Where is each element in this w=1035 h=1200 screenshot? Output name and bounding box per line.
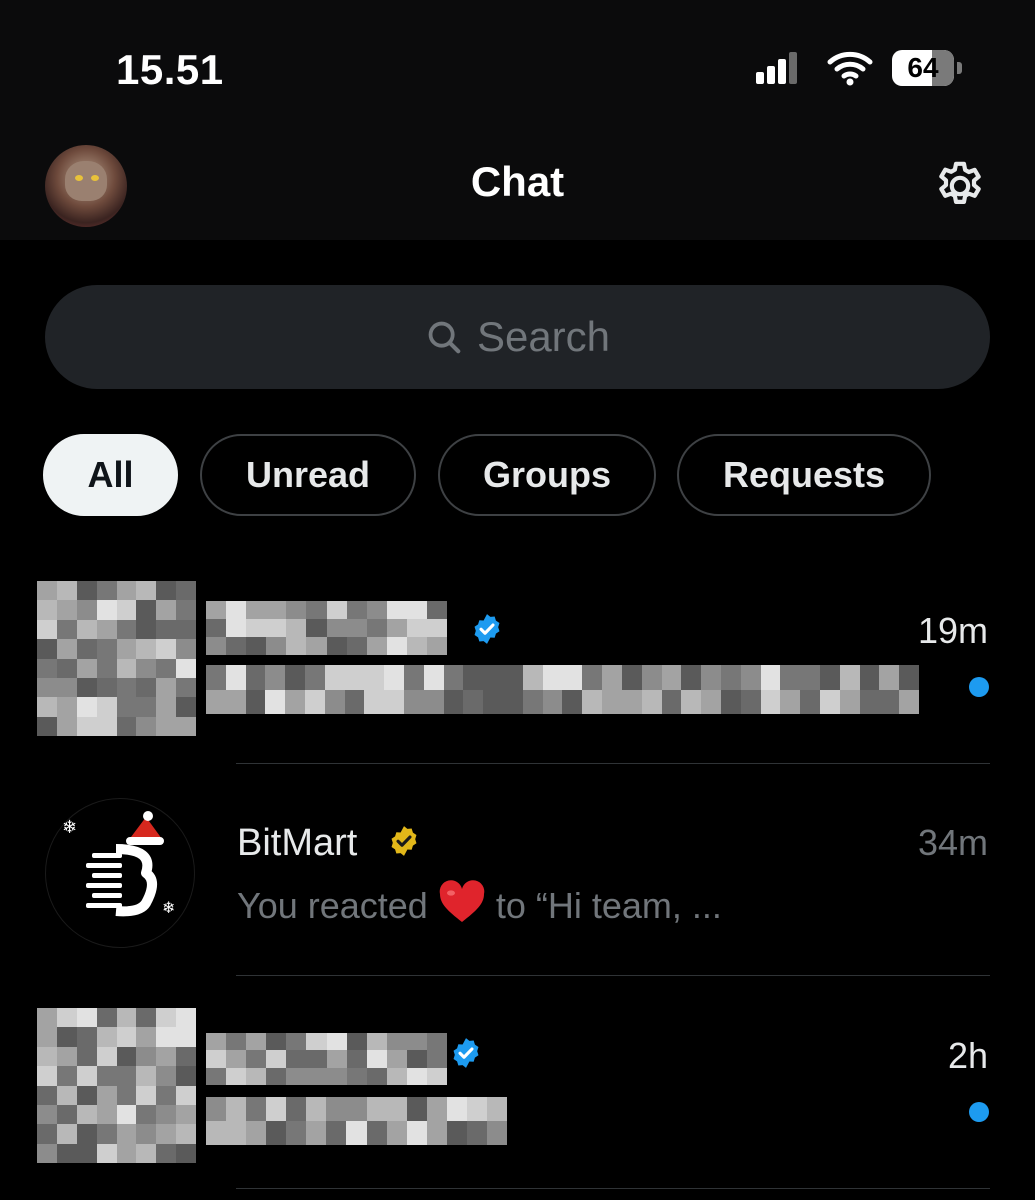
- avatar: ❄ ❄: [45, 798, 195, 948]
- search-bar[interactable]: Search: [45, 285, 990, 389]
- conversation-time: 19m: [917, 610, 988, 651]
- message-preview-redacted: [206, 665, 919, 714]
- filter-unread[interactable]: Unread: [200, 434, 416, 516]
- divider: [236, 975, 990, 976]
- filter-all[interactable]: All: [43, 434, 178, 516]
- search-placeholder: Search: [476, 313, 611, 360]
- unread-dot: [969, 677, 989, 697]
- filter-requests[interactable]: Requests: [677, 434, 931, 516]
- unread-dot: [969, 1102, 989, 1122]
- name-redacted: [206, 601, 447, 655]
- verified-badge-icon: [453, 1038, 479, 1068]
- status-time: 15.51: [116, 46, 224, 93]
- preview-text-after: to “Hi team, ...: [495, 885, 722, 926]
- page-title: Chat: [470, 158, 565, 205]
- preview-text-before: You reacted: [237, 885, 428, 926]
- svg-text:❄: ❄: [62, 817, 77, 838]
- verified-badge-icon: [474, 614, 500, 644]
- search-icon: [428, 321, 461, 354]
- message-preview: You reacted to “Hi team, ...: [237, 880, 722, 927]
- status-bar: 15.51 64: [0, 0, 1035, 130]
- heart-emoji-icon: [439, 880, 485, 922]
- message-preview-redacted: [206, 1097, 507, 1145]
- conversation-time: 2h: [947, 1035, 988, 1076]
- gear-icon[interactable]: [932, 158, 988, 214]
- cellular-signal-icon: [756, 52, 798, 84]
- avatar-redacted: [37, 1008, 196, 1163]
- top-bar: Chat: [0, 130, 1035, 240]
- divider: [236, 763, 990, 764]
- conversation-name: BitMart: [237, 822, 358, 864]
- filter-groups[interactable]: Groups: [438, 434, 656, 516]
- conversation-time: 34m: [917, 822, 988, 863]
- svg-text:❄: ❄: [162, 898, 175, 917]
- battery-percent: 64: [907, 52, 939, 83]
- battery-icon: 64: [892, 50, 962, 86]
- avatar-redacted: [37, 581, 196, 736]
- wifi-icon: [827, 51, 873, 86]
- divider: [236, 1188, 990, 1189]
- name-redacted: [206, 1033, 447, 1085]
- verified-badge-icon: [391, 826, 417, 856]
